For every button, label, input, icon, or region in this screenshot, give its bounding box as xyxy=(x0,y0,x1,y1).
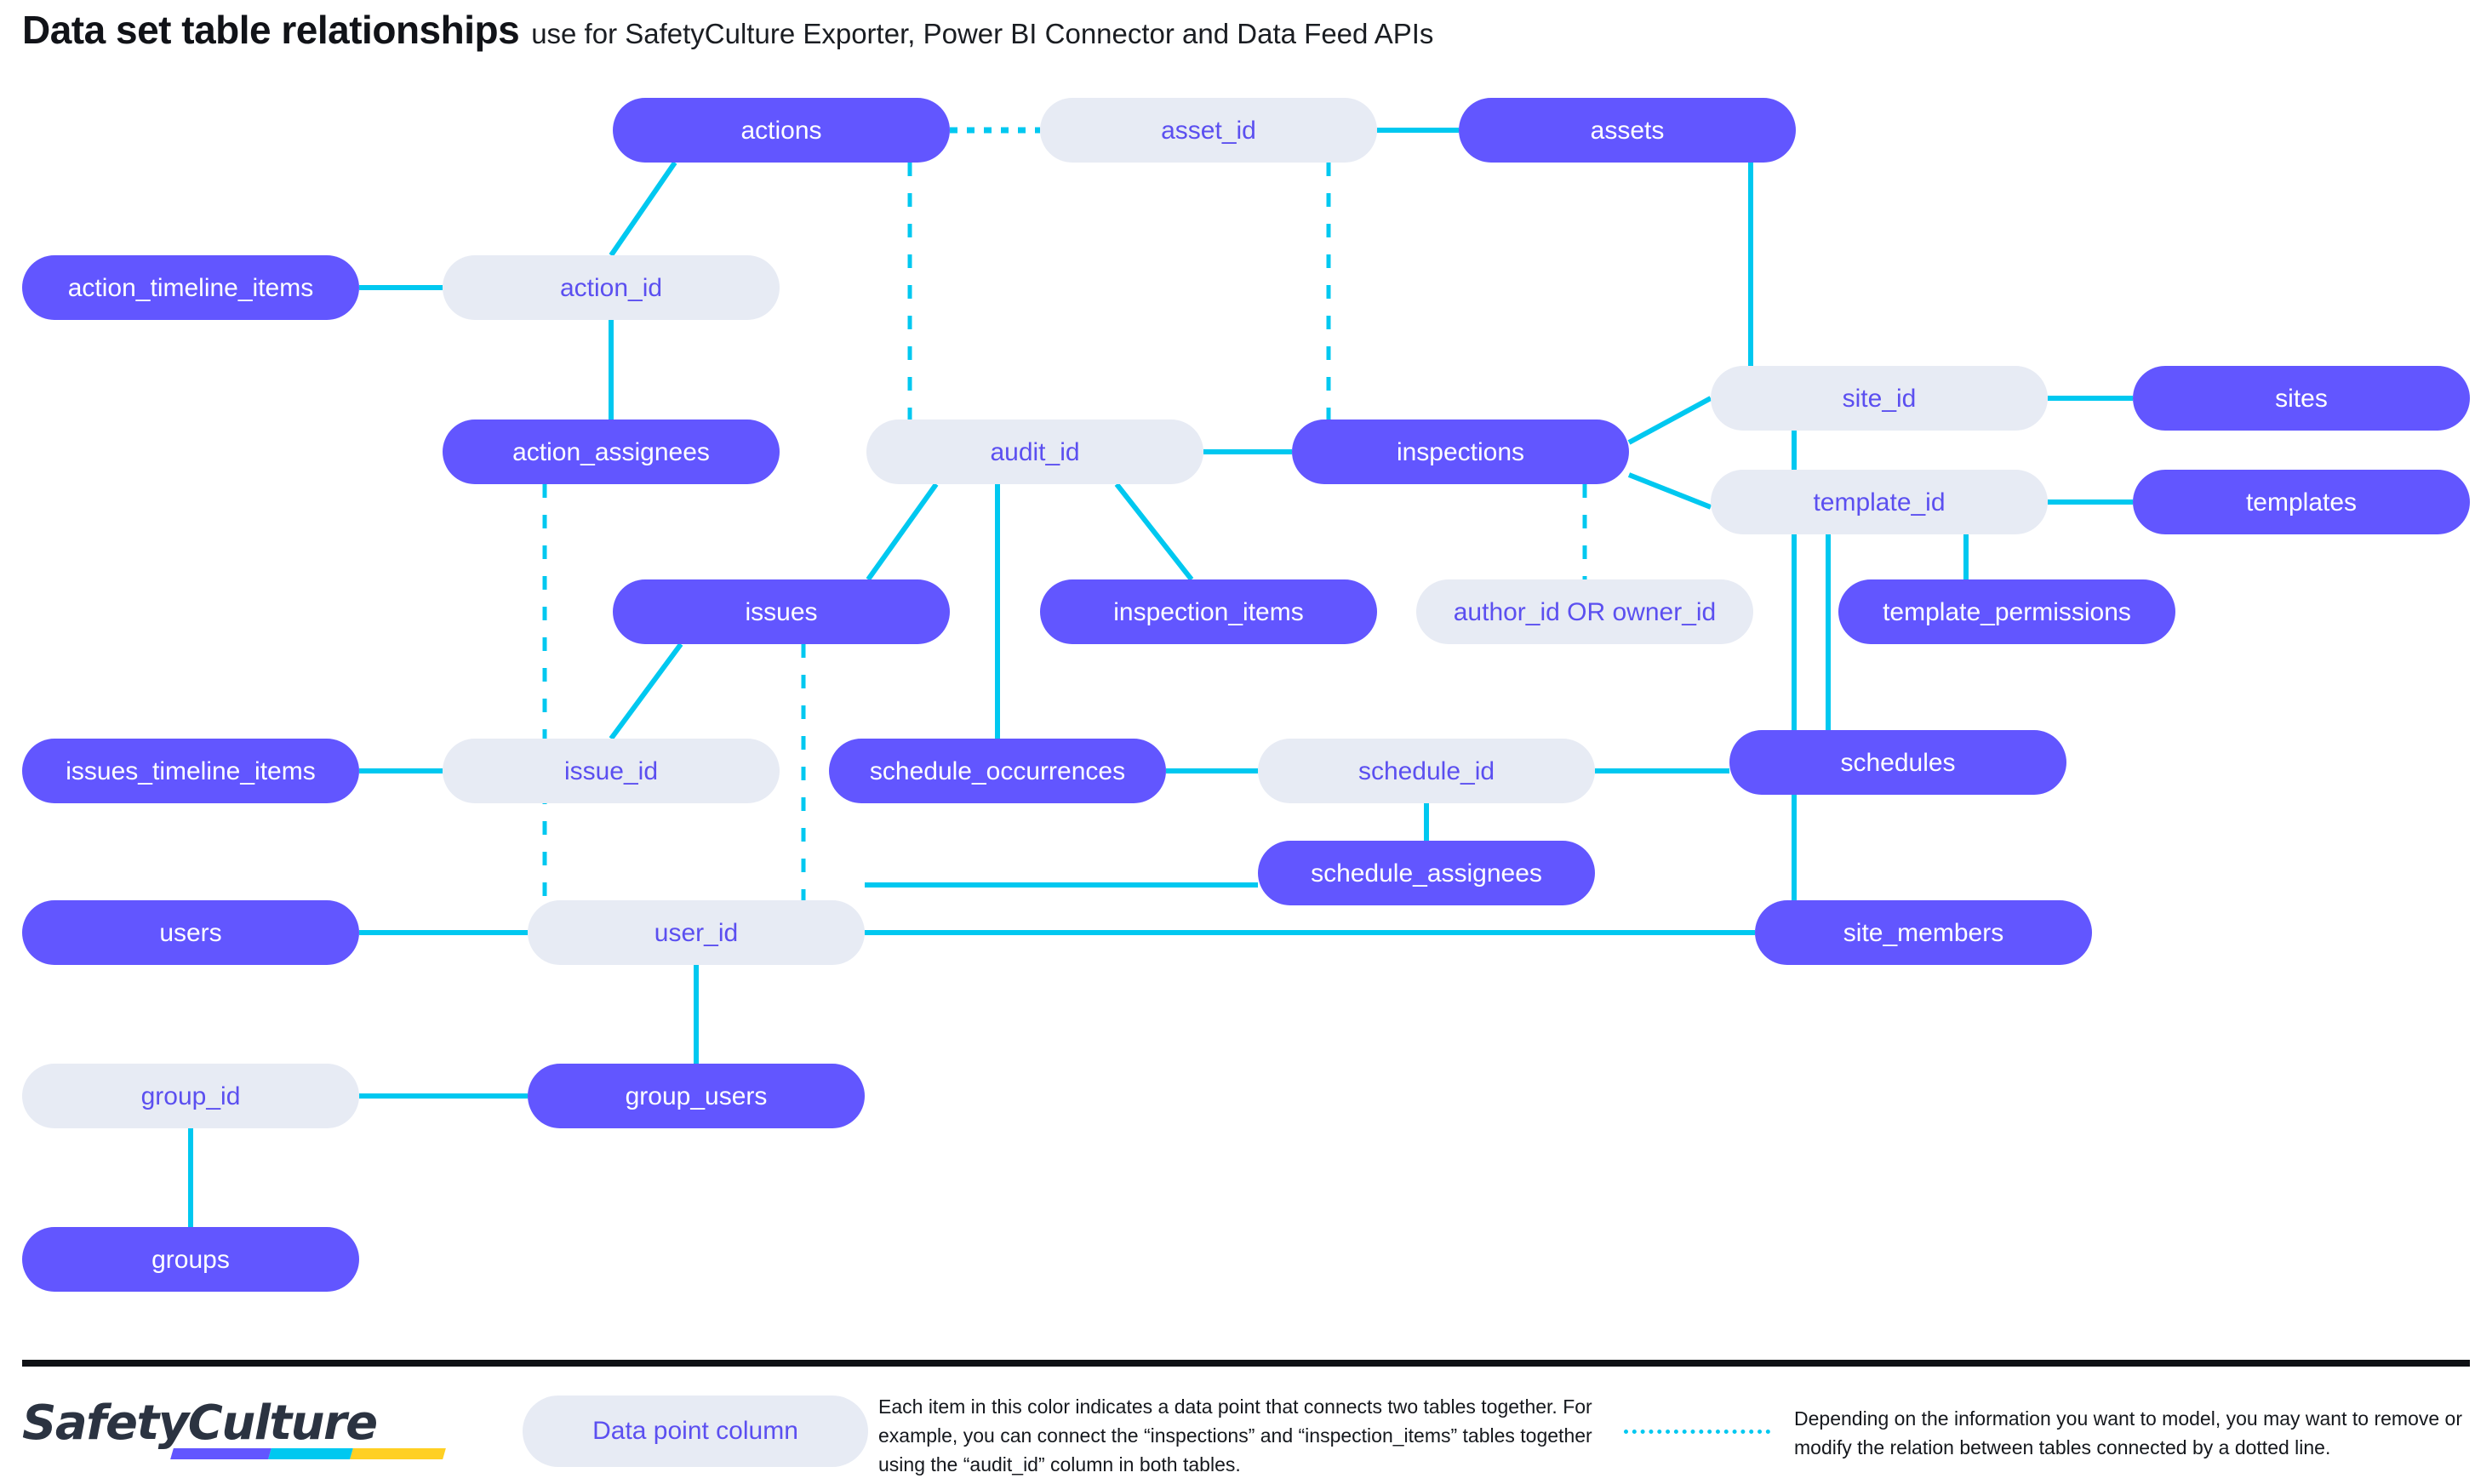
node-label: action_id xyxy=(559,273,663,302)
node-label: schedule_id xyxy=(1357,756,1495,785)
node-site_members[interactable]: site_members xyxy=(1755,900,2092,965)
edge-audit_id-to-inspection_items xyxy=(1114,482,1194,581)
node-label: group_id xyxy=(140,1082,241,1110)
node-label: template_id xyxy=(1813,488,1946,517)
logo-wordmark: SafetyCulture xyxy=(22,1396,378,1451)
node-actions[interactable]: actions xyxy=(613,98,950,163)
node-issues[interactable]: issues xyxy=(613,579,950,644)
node-action_assignees[interactable]: action_assignees xyxy=(443,420,780,484)
legend-data-point-column: Data point column xyxy=(523,1396,868,1467)
edge-audit_id-to-issues xyxy=(866,482,939,581)
legend-dotted-line-icon xyxy=(1624,1430,1770,1434)
node-template_permissions[interactable]: template_permissions xyxy=(1838,579,2175,644)
node-label: action_assignees xyxy=(512,437,710,466)
node-label: inspections xyxy=(1396,437,1525,466)
edge-inspections-to-template_id xyxy=(1627,472,1712,510)
node-template_id[interactable]: template_id xyxy=(1711,470,2048,534)
node-asset_id[interactable]: asset_id xyxy=(1040,98,1377,163)
node-label: issue_id xyxy=(563,756,659,785)
node-author_or_owner[interactable]: author_id OR owner_id xyxy=(1416,579,1753,644)
page-footer: SafetyCulture Data point column Each ite… xyxy=(0,1372,2492,1484)
node-label: template_permissions xyxy=(1883,597,2131,626)
node-label: group_users xyxy=(625,1082,768,1110)
node-users[interactable]: users xyxy=(22,900,359,965)
node-schedule_id[interactable]: schedule_id xyxy=(1258,739,1595,803)
edge-inspections-to-site_id xyxy=(1627,396,1712,445)
node-label: assets xyxy=(1590,116,1665,145)
logo-stripe-cyan xyxy=(268,1448,354,1459)
node-user_id[interactable]: user_id xyxy=(528,900,865,965)
node-site_id[interactable]: site_id xyxy=(1711,366,2048,431)
node-inspections[interactable]: inspections xyxy=(1292,420,1629,484)
logo-underline-icon xyxy=(170,1448,446,1459)
node-sites[interactable]: sites xyxy=(2133,366,2470,431)
node-schedule_assignees[interactable]: schedule_assignees xyxy=(1258,841,1595,905)
logo-stripe-purple xyxy=(170,1448,272,1459)
node-label: author_id OR owner_id xyxy=(1453,597,1717,626)
node-label: groups xyxy=(151,1245,230,1274)
node-label: templates xyxy=(2245,488,2358,517)
legend-note-data-point: Each item in this color indicates a data… xyxy=(878,1396,1592,1476)
node-groups[interactable]: groups xyxy=(22,1227,359,1292)
legend-note-dotted-line: Depending on the information you want to… xyxy=(1794,1407,2462,1459)
footer-divider xyxy=(22,1360,2470,1367)
edge-issues-to-issue_id xyxy=(609,642,683,740)
node-issue_id[interactable]: issue_id xyxy=(443,739,780,803)
node-label: users xyxy=(159,918,222,947)
node-label: user_id xyxy=(654,918,739,947)
node-label: site_members xyxy=(1843,918,2004,947)
node-issues_timeline_items[interactable]: issues_timeline_items xyxy=(22,739,359,803)
logo-stripe-yellow xyxy=(350,1448,446,1459)
er-diagram: actions asset_id assets action_timeline_ite… xyxy=(0,0,2492,1344)
edge-actions-to-action_id xyxy=(609,161,677,257)
node-label: issues xyxy=(745,597,818,626)
node-label: audit_id xyxy=(990,437,1080,466)
safetyculture-logo: SafetyCulture xyxy=(22,1396,448,1472)
node-label: schedule_assignees xyxy=(1311,859,1542,888)
node-templates[interactable]: templates xyxy=(2133,470,2470,534)
node-label: site_id xyxy=(1842,384,1917,413)
node-label: actions xyxy=(740,116,822,145)
node-label: sites xyxy=(2275,384,2328,413)
node-inspection_items[interactable]: inspection_items xyxy=(1040,579,1377,644)
node-group_users[interactable]: group_users xyxy=(528,1064,865,1128)
edge-layer xyxy=(188,127,2133,1227)
node-label: schedule_occurrences xyxy=(869,756,1126,785)
node-label: action_timeline_items xyxy=(67,273,314,302)
node-assets[interactable]: assets xyxy=(1459,98,1796,163)
node-schedules[interactable]: schedules xyxy=(1729,730,2066,795)
node-action_timeline_items[interactable]: action_timeline_items xyxy=(22,255,359,320)
node-label: inspection_items xyxy=(1113,597,1304,626)
node-label: asset_id xyxy=(1161,116,1256,145)
node-group_id[interactable]: group_id xyxy=(22,1064,359,1128)
node-schedule_occurrences[interactable]: schedule_occurrences xyxy=(829,739,1166,803)
node-action_id[interactable]: action_id xyxy=(443,255,780,320)
node-audit_id[interactable]: audit_id xyxy=(866,420,1203,484)
node-label: issues_timeline_items xyxy=(66,756,316,785)
node-label: schedules xyxy=(1840,748,1956,777)
